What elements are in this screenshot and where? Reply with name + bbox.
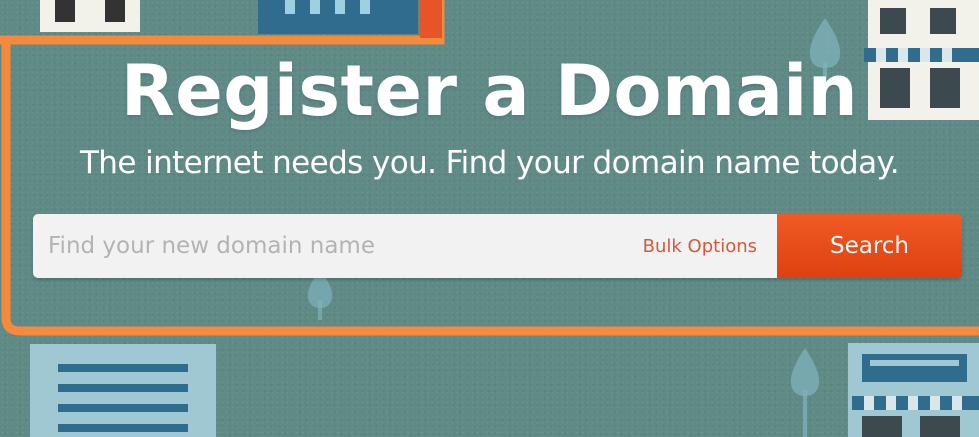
tree bbox=[790, 348, 820, 396]
building-window bbox=[870, 360, 959, 366]
awning-stripe bbox=[952, 396, 962, 410]
awning-stripe bbox=[908, 396, 918, 410]
search-button[interactable]: Search bbox=[777, 214, 962, 278]
red-frame-accent bbox=[420, 0, 442, 38]
bulk-options-link[interactable]: Bulk Options bbox=[633, 236, 777, 257]
building-window bbox=[880, 8, 906, 34]
building-window bbox=[285, 0, 295, 14]
building-stripe bbox=[58, 364, 188, 372]
tree-trunk bbox=[803, 390, 807, 437]
building-window bbox=[105, 0, 125, 22]
awning-stripe bbox=[886, 396, 896, 410]
building-window bbox=[310, 0, 320, 14]
building-stripe bbox=[58, 404, 188, 412]
building-window bbox=[862, 354, 967, 382]
hero-banner: Register a Domain The internet needs you… bbox=[0, 0, 979, 437]
page-subtitle: The internet needs you. Find your domain… bbox=[79, 145, 900, 181]
building-stripe bbox=[58, 384, 188, 392]
awning-stripe bbox=[864, 396, 874, 410]
tree-trunk bbox=[318, 300, 322, 320]
domain-search-input[interactable] bbox=[33, 214, 633, 278]
building-window bbox=[920, 416, 960, 437]
awning-stripe bbox=[930, 396, 940, 410]
building-window bbox=[862, 416, 902, 437]
domain-search-form: Bulk Options Search bbox=[33, 214, 962, 278]
building-window bbox=[360, 0, 370, 14]
page-title: Register a Domain bbox=[120, 50, 859, 132]
building-window bbox=[335, 0, 345, 14]
search-field-container: Bulk Options bbox=[33, 214, 777, 278]
building-stripe bbox=[58, 424, 188, 432]
building-window bbox=[55, 0, 75, 22]
building-window bbox=[930, 8, 956, 34]
